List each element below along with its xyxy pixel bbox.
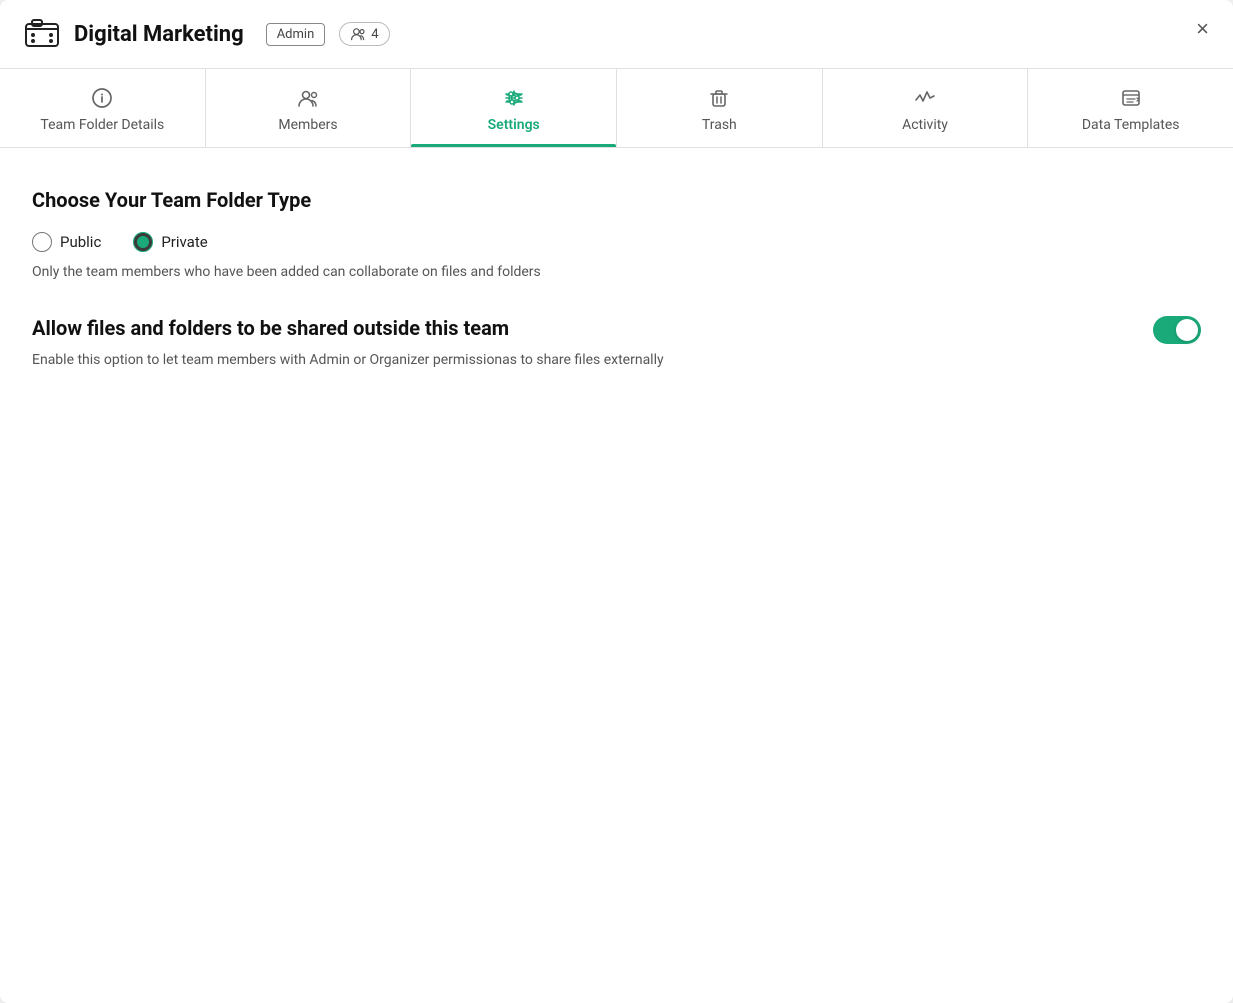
data-templates-icon: [1120, 87, 1142, 109]
tab-label-data-templates: Data Templates: [1082, 117, 1180, 133]
activity-icon: [914, 87, 936, 109]
radio-private-text: Private: [161, 233, 207, 251]
tab-trash[interactable]: Trash: [617, 69, 823, 147]
tab-activity[interactable]: Activity: [823, 69, 1029, 147]
tab-label-activity: Activity: [902, 117, 948, 133]
info-icon: [91, 87, 113, 109]
members-count: 4: [371, 27, 378, 42]
radio-public-label[interactable]: Public: [32, 232, 101, 252]
admin-badge: Admin: [266, 23, 326, 46]
members-icon: [350, 26, 366, 42]
modal-header: Digital Marketing Admin 4 ×: [0, 0, 1233, 69]
modal-title: Digital Marketing: [74, 22, 244, 47]
tab-settings[interactable]: Settings: [411, 69, 617, 147]
radio-group: Public Private: [32, 232, 1201, 252]
share-desc: Enable this option to let team members w…: [32, 352, 1201, 368]
settings-icon: [503, 87, 525, 109]
share-section: Allow files and folders to be shared out…: [32, 316, 1201, 344]
share-title: Allow files and folders to be shared out…: [32, 316, 509, 340]
tab-label-team-folder-details: Team Folder Details: [40, 117, 164, 133]
tab-data-templates[interactable]: Data Templates: [1028, 69, 1233, 147]
radio-private-label[interactable]: Private: [133, 232, 207, 252]
radio-desc: Only the team members who have been adde…: [32, 264, 1201, 280]
close-button[interactable]: ×: [1196, 18, 1209, 40]
tab-members[interactable]: Members: [206, 69, 412, 147]
tabs: Team Folder Details Members: [0, 69, 1233, 148]
share-toggle[interactable]: [1153, 316, 1201, 344]
toggle-slider: [1153, 316, 1201, 344]
folder-icon: [24, 16, 60, 52]
tab-team-folder-details[interactable]: Team Folder Details: [0, 69, 206, 147]
toggle-wrap[interactable]: [1153, 316, 1201, 344]
tab-label-members: Members: [278, 117, 337, 133]
modal-content: Choose Your Team Folder Type Public Priv…: [0, 148, 1233, 1003]
radio-public-text: Public: [60, 233, 101, 251]
radio-public[interactable]: [32, 232, 52, 252]
tab-label-settings: Settings: [488, 117, 540, 133]
people-icon: [297, 87, 319, 109]
trash-icon: [708, 87, 730, 109]
tab-label-trash: Trash: [702, 117, 737, 133]
radio-private[interactable]: [133, 232, 153, 252]
members-badge: 4: [339, 22, 389, 46]
folder-type-title: Choose Your Team Folder Type: [32, 188, 1201, 212]
modal: Digital Marketing Admin 4 × Team Fo: [0, 0, 1233, 1003]
